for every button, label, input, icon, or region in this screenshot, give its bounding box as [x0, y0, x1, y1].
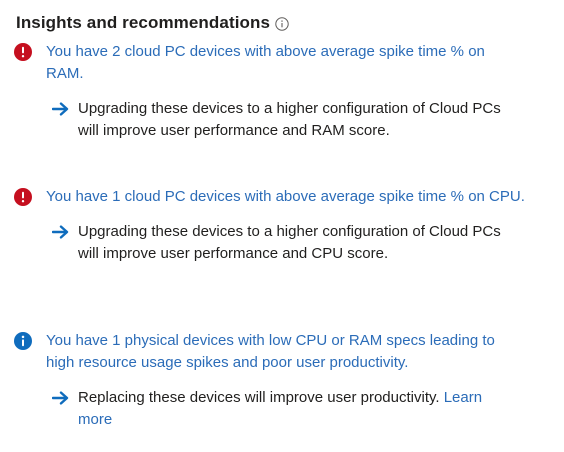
arrow-right-icon [52, 225, 69, 239]
error-circle-icon [14, 43, 32, 61]
arrow-right-icon [52, 391, 69, 405]
arrow-right-icon [52, 102, 69, 116]
panel-title: Insights and recommendations [16, 13, 271, 32]
insight-text: You have 1 cloud PC devices with above a… [46, 188, 525, 205]
recommendation: Upgrading these devices to a higher conf… [52, 221, 534, 265]
insight-text: You have 2 cloud PC devices with above a… [46, 43, 485, 82]
recommendation-body: Replacing these devices will improve use… [78, 389, 440, 406]
info-circle-icon [14, 332, 32, 350]
insight-text: You have 1 physical devices with low CPU… [46, 332, 495, 371]
recommendation: Upgrading these devices to a higher conf… [52, 98, 534, 142]
recommendation-text: Upgrading these devices to a higher conf… [78, 100, 501, 139]
error-circle-icon [14, 188, 32, 206]
insight-item: You have 2 cloud PC devices with above a… [14, 41, 534, 142]
recommendation-text: Upgrading these devices to a higher conf… [78, 223, 501, 262]
insights-panel: Insights and recommendations You have 2 … [0, 0, 564, 452]
panel-header: Insights and recommendations [16, 10, 289, 36]
recommendation: Replacing these devices will improve use… [52, 387, 534, 431]
insight-item: You have 1 physical devices with low CPU… [14, 330, 534, 431]
info-outline-icon[interactable] [275, 17, 289, 31]
recommendation-text: Replacing these devices will improve use… [78, 387, 518, 431]
insight-item: You have 1 cloud PC devices with above a… [14, 186, 534, 265]
